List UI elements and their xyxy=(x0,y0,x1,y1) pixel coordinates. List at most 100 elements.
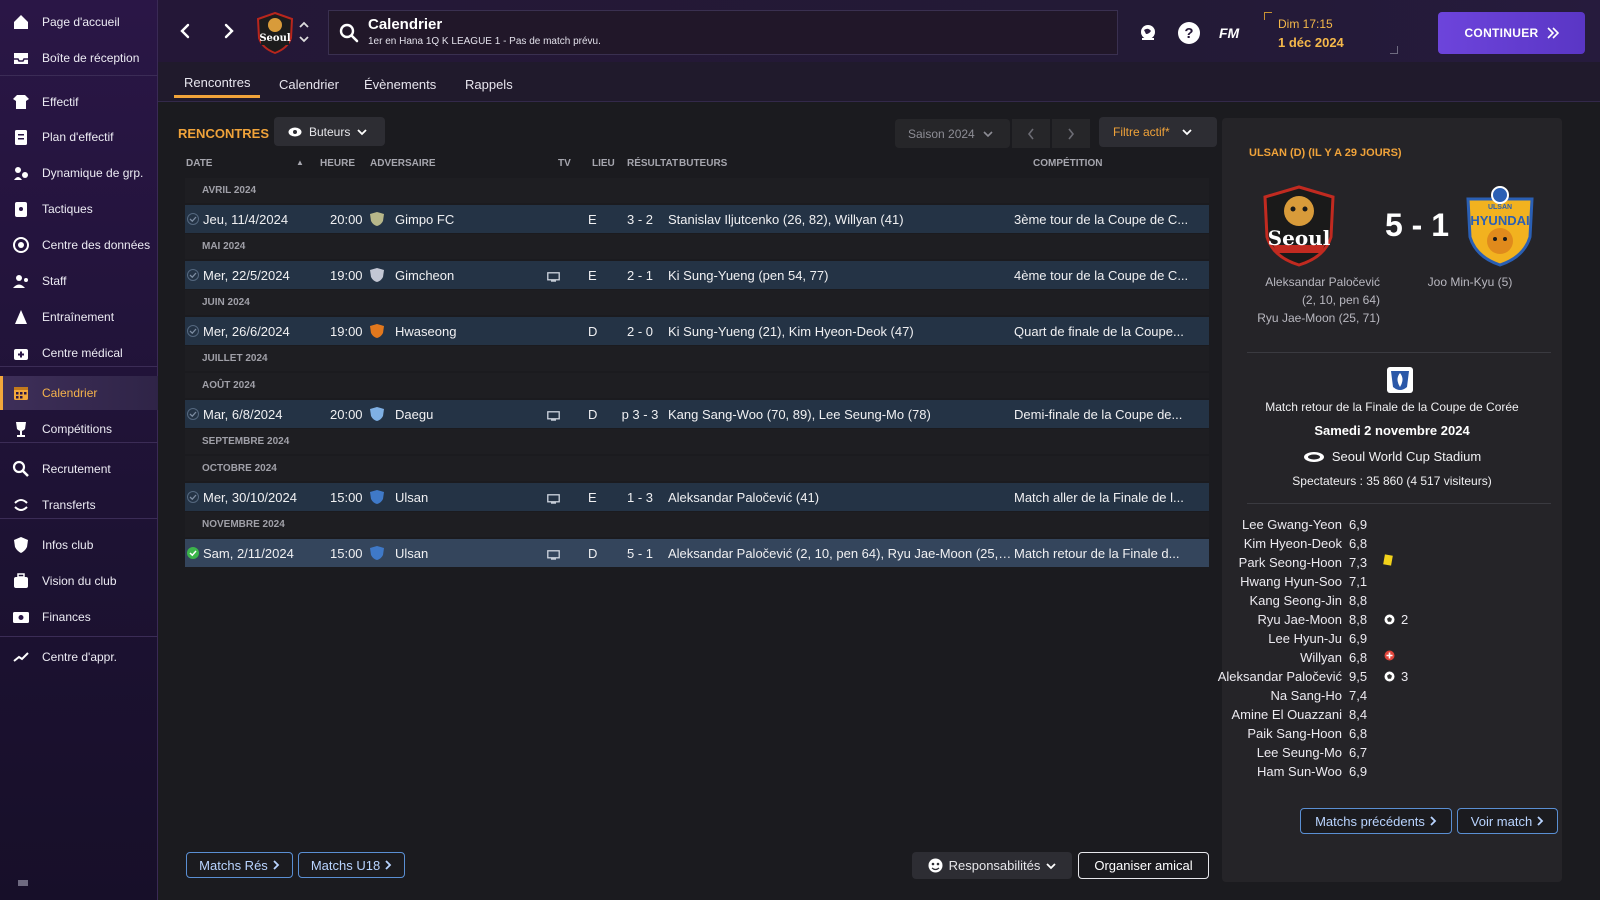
sidebar-item-centre-des-donnees[interactable]: Centre des données xyxy=(0,228,158,262)
match-competition[interactable]: Match aller de la Finale de l... xyxy=(1014,490,1206,505)
table-row[interactable]: Sam, 2/11/2024 15:00 Ulsan D 5 - 1 Aleksandar… xyxy=(185,539,1209,567)
away-team-crest[interactable]: ULSAN HYUNDAI xyxy=(1464,185,1536,267)
back-button[interactable] xyxy=(174,20,196,42)
row-check-icon[interactable] xyxy=(187,269,199,284)
season-selector[interactable]: Saison 2024 xyxy=(895,119,1010,148)
season-prev-button[interactable] xyxy=(1012,119,1050,148)
player-rating-row[interactable]: Hwang Hyun-Soo 7,1 xyxy=(1222,574,1562,593)
opponent-name[interactable]: Ulsan xyxy=(395,546,428,561)
col-header-date[interactable]: DATE ▲ xyxy=(186,158,304,169)
sidebar-item-transferts[interactable]: Transferts xyxy=(0,488,158,522)
sidebar-item-plan-d-effectif[interactable]: Plan d'effectif xyxy=(0,120,158,154)
forward-button[interactable] xyxy=(218,20,240,42)
u18-matches-button[interactable]: Matchs U18 xyxy=(298,852,405,878)
sidebar-item-effectif[interactable]: Effectif xyxy=(0,85,158,119)
filter-dropdown[interactable]: Filtre actif* xyxy=(1099,117,1217,147)
match-result[interactable]: 2 - 1 xyxy=(612,268,668,283)
sidebar-item-dynamique-de-grp[interactable]: Dynamique de grp. xyxy=(0,156,158,190)
corner-bracket-icon xyxy=(1390,46,1398,54)
player-rating-row[interactable]: Kang Seong-Jin 8,8 xyxy=(1222,593,1562,612)
sidebar-item-tactiques[interactable]: Tactiques xyxy=(0,192,158,226)
club-switch-button[interactable] xyxy=(298,18,310,46)
res-matches-button[interactable]: Matchs Rés xyxy=(186,852,293,878)
sidebar-item-centre-medical[interactable]: Centre médical xyxy=(0,336,158,370)
opponent-name[interactable]: Gimpo FC xyxy=(395,212,454,227)
sidebar-item-infos-club[interactable]: Infos club xyxy=(0,528,158,562)
match-result[interactable]: 5 - 1 xyxy=(612,546,668,561)
player-rating-row[interactable]: Aleksandar Paločević 9,5 3 xyxy=(1218,669,1562,688)
player-rating-row[interactable]: Willyan 6,8 xyxy=(1222,650,1562,669)
player-rating-row[interactable]: Ham Sun-Woo 6,9 xyxy=(1222,764,1562,783)
row-check-icon[interactable] xyxy=(187,547,199,562)
player-rating-row[interactable]: Lee Gwang-Yeon 6,9 xyxy=(1222,517,1562,536)
col-header-tv[interactable]: TV xyxy=(558,158,571,169)
player-rating-row[interactable]: Lee Seung-Mo 6,7 xyxy=(1222,745,1562,764)
home-team-crest[interactable]: Seoul xyxy=(1261,185,1337,267)
tab-calendrier[interactable]: Calendrier xyxy=(269,70,349,98)
filter-label: Filtre actif* xyxy=(1113,125,1170,139)
opponent-name[interactable]: Daegu xyxy=(395,407,433,422)
sidebar-item-staff[interactable]: Staff xyxy=(0,264,158,298)
player-rating-row[interactable]: Paik Sang-Hoon 6,8 xyxy=(1222,726,1562,745)
col-header-competition[interactable]: COMPÉTITION xyxy=(1033,158,1102,169)
view-match-button[interactable]: Voir match xyxy=(1457,808,1558,834)
view-dropdown[interactable]: Buteurs xyxy=(274,117,385,146)
table-row[interactable]: Mar, 6/8/2024 20:00 Daegu Dp 3 - 3 Kang Sang… xyxy=(185,400,1209,428)
responsibilities-dropdown[interactable]: Responsabilités xyxy=(912,852,1072,879)
previous-matches-button[interactable]: Matchs précédents xyxy=(1300,808,1452,834)
col-header-result[interactable]: RÉSULTAT xyxy=(627,158,678,169)
match-result[interactable]: 3 - 2 xyxy=(612,212,668,227)
match-competition[interactable]: 4ème tour de la Coupe de C... xyxy=(1014,268,1206,283)
row-check-icon[interactable] xyxy=(187,325,199,340)
row-check-icon[interactable] xyxy=(187,213,199,228)
match-result[interactable]: p 3 - 3 xyxy=(612,407,668,422)
tab-rencontres[interactable]: Rencontres xyxy=(174,70,261,98)
sidebar-item-boite-de-reception[interactable]: Boîte de réception xyxy=(0,41,158,75)
col-header-time[interactable]: HEURE xyxy=(320,158,355,169)
month-group-header: SEPTEMBRE 2024 xyxy=(185,429,1209,454)
row-check-icon[interactable] xyxy=(187,491,199,506)
row-check-icon[interactable] xyxy=(187,408,199,423)
table-row[interactable]: Jeu, 11/4/2024 20:00 Gimpo FC E 3 - 2 Stanisl… xyxy=(185,205,1209,233)
sidebar-item-recrutement[interactable]: Recrutement xyxy=(0,452,158,486)
help-button[interactable]: ? xyxy=(1178,22,1200,44)
sidebar-item-centre-d-appr[interactable]: Centre d'appr. xyxy=(0,640,158,674)
player-rating-row[interactable]: Ryu Jae-Moon 8,8 2 xyxy=(1222,612,1562,631)
col-header-venue[interactable]: LIEU xyxy=(592,158,615,169)
col-header-scorers[interactable]: BUTEURS xyxy=(679,158,727,169)
player-rating-row[interactable]: Kim Hyeon-Deok 6,8 xyxy=(1222,536,1562,555)
sidebar-item-calendrier[interactable]: Calendrier xyxy=(0,376,158,410)
date-box[interactable]: Dim 17:15 1 déc 2024 xyxy=(1264,12,1398,54)
tab-rappels[interactable]: Rappels xyxy=(455,70,523,98)
col-header-opponent[interactable]: ADVERSAIRE xyxy=(370,158,436,169)
sidebar-item-vision-du-club[interactable]: Vision du club xyxy=(0,564,158,598)
match-competition[interactable]: 3ème tour de la Coupe de C... xyxy=(1014,212,1206,227)
opponent-name[interactable]: Ulsan xyxy=(395,490,428,505)
match-competition[interactable]: Demi-finale de la Coupe de... xyxy=(1014,407,1206,422)
opponent-name[interactable]: Gimcheon xyxy=(395,268,454,283)
arrange-friendly-button[interactable]: Organiser amical xyxy=(1078,852,1209,879)
continue-button[interactable]: CONTINUER xyxy=(1438,12,1585,54)
season-next-button[interactable] xyxy=(1052,119,1090,148)
opponent-name[interactable]: Hwaseong xyxy=(395,324,456,339)
table-row[interactable]: Mer, 26/6/2024 19:00 Hwaseong D 2 - 0 Ki Sung… xyxy=(185,317,1209,345)
table-row[interactable]: Mer, 22/5/2024 19:00 Gimcheon E 2 - 1 Ki Sung… xyxy=(185,261,1209,289)
sidebar-item-page-d-accueil[interactable]: Page d'accueil xyxy=(0,5,158,39)
player-rating-row[interactable]: Lee Hyun-Ju 6,9 xyxy=(1222,631,1562,650)
table-row[interactable]: Mer, 30/10/2024 15:00 Ulsan E 1 - 3 Aleksanda… xyxy=(185,483,1209,511)
tab-evenements[interactable]: Évènements xyxy=(354,70,446,98)
player-rating-row[interactable]: Park Seong-Hoon 7,3 xyxy=(1222,554,1562,574)
fm-menu-button[interactable]: FM xyxy=(1219,25,1239,41)
sidebar-item-competitions[interactable]: Compétitions xyxy=(0,412,158,446)
match-competition[interactable]: Quart de finale de la Coupe... xyxy=(1014,324,1206,339)
match-result[interactable]: 2 - 0 xyxy=(612,324,668,339)
title-box[interactable]: Calendrier 1er en Hana 1Q K LEAGUE 1 - P… xyxy=(328,10,1118,55)
match-competition[interactable]: Match retour de la Finale d... xyxy=(1014,546,1206,561)
player-rating-row[interactable]: Na Sang-Ho 7,4 xyxy=(1222,688,1562,707)
match-result[interactable]: 1 - 3 xyxy=(612,490,668,505)
planet-button[interactable] xyxy=(1137,22,1159,44)
sidebar-item-entrainement[interactable]: Entraînement xyxy=(0,300,158,334)
sidebar-item-finances[interactable]: Finances xyxy=(0,600,158,634)
club-logo[interactable]: Seoul xyxy=(255,11,295,55)
player-rating-row[interactable]: Amine El Ouazzani 8,4 xyxy=(1222,707,1562,726)
